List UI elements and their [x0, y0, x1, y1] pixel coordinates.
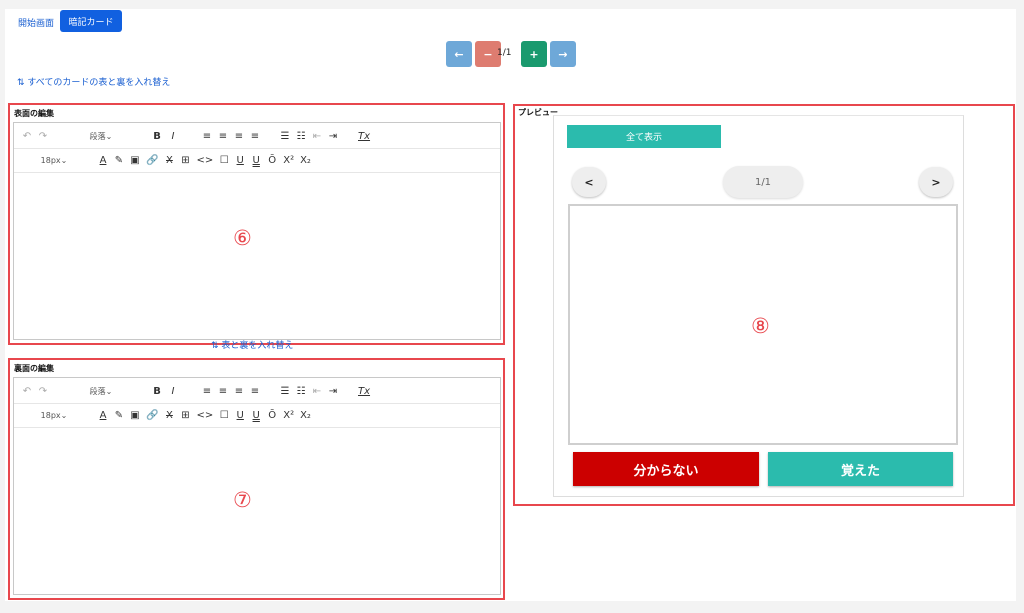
align-left-icon[interactable]: ≡: [202, 386, 212, 397]
preview-card-counter: 1/1: [723, 166, 803, 198]
indent-icon[interactable]: ⇥: [328, 386, 338, 397]
code-icon[interactable]: <>: [196, 155, 213, 166]
double-underline-icon[interactable]: U: [251, 410, 261, 421]
preview-marker: ⑧: [751, 314, 770, 338]
italic-icon[interactable]: I: [168, 131, 178, 142]
align-center-icon[interactable]: ≡: [218, 386, 228, 397]
highlight-icon[interactable]: ✎: [114, 410, 124, 421]
swap-front-back-link[interactable]: ⇅ 表と裏を入れ替え: [211, 338, 293, 351]
back-editor-title: 裏面の編集: [14, 364, 54, 373]
align-justify-icon[interactable]: ≡: [250, 386, 260, 397]
font-color-icon[interactable]: A: [98, 155, 108, 166]
outdent-icon[interactable]: ⇤: [312, 131, 322, 142]
overline-icon[interactable]: Ō: [267, 155, 277, 166]
align-right-icon[interactable]: ≡: [234, 131, 244, 142]
back-toolbar-row-2: 18px ⌄ A ✎ ▣ 🔗 X ⊞ <> ☐ U U Ō X² X₂: [14, 404, 500, 428]
align-right-icon[interactable]: ≡: [234, 386, 244, 397]
next-card-button[interactable]: →: [550, 41, 576, 67]
bold-icon[interactable]: B: [152, 131, 162, 142]
bold-icon[interactable]: B: [152, 386, 162, 397]
swap-all-cards-link[interactable]: ⇅ すべてのカードの表と裏を入れ替え: [17, 75, 170, 88]
back-toolbar-row-1: ↶ ↷ 段落 ⌄ B I ≡ ≡ ≡ ≡ ☰ ☷ ⇤ ⇥ Tx: [14, 380, 500, 404]
bullet-list-icon[interactable]: ☰: [280, 131, 290, 142]
underline-icon[interactable]: U: [235, 410, 245, 421]
subscript-icon[interactable]: X₂: [300, 155, 311, 166]
align-left-icon[interactable]: ≡: [202, 131, 212, 142]
remembered-button[interactable]: 覚えた: [768, 452, 953, 486]
font-color-icon[interactable]: A: [98, 410, 108, 421]
subscript-icon[interactable]: X₂: [300, 410, 311, 421]
code-icon[interactable]: <>: [196, 410, 213, 421]
front-toolbar-row-2: 18px ⌄ A ✎ ▣ 🔗 X ⊞ <> ☐ U U Ō X² X₂: [14, 149, 500, 173]
paragraph-select[interactable]: 段落 ⌄: [68, 131, 134, 142]
front-toolbar-row-1: ↶ ↷ 段落 ⌄ B I ≡ ≡ ≡ ≡ ☰ ☷ ⇤ ⇥ Tx: [14, 125, 500, 149]
show-all-button[interactable]: 全て表示: [567, 125, 721, 148]
clear-format-icon[interactable]: Tx: [358, 386, 370, 397]
align-justify-icon[interactable]: ≡: [250, 131, 260, 142]
front-editor-marker: ⑥: [233, 226, 252, 250]
add-card-button[interactable]: +: [521, 41, 547, 67]
back-editor: ↶ ↷ 段落 ⌄ B I ≡ ≡ ≡ ≡ ☰ ☷ ⇤ ⇥ Tx 18px ⌄ A ✎…: [13, 377, 501, 595]
paragraph-select[interactable]: 段落 ⌄: [68, 386, 134, 397]
underline-icon[interactable]: U: [235, 155, 245, 166]
back-editor-marker: ⑦: [233, 488, 252, 512]
superscript-icon[interactable]: X²: [283, 155, 294, 166]
align-center-icon[interactable]: ≡: [218, 131, 228, 142]
table-icon[interactable]: ⊞: [180, 410, 190, 421]
preview-next-button[interactable]: >: [919, 167, 953, 197]
front-editor: ↶ ↷ 段落 ⌄ B I ≡ ≡ ≡ ≡ ☰ ☷ ⇤ ⇥ Tx 18px ⌄ A ✎…: [13, 122, 501, 340]
overline-icon[interactable]: Ō: [267, 410, 277, 421]
superscript-icon[interactable]: X²: [283, 410, 294, 421]
front-editor-title: 表面の編集: [14, 109, 54, 118]
box-icon[interactable]: ☐: [219, 410, 229, 421]
dont-know-button[interactable]: 分からない: [573, 452, 759, 486]
indent-icon[interactable]: ⇥: [328, 131, 338, 142]
link-icon[interactable]: 🔗: [146, 410, 158, 421]
clear-format-icon[interactable]: Tx: [358, 131, 370, 142]
undo-icon[interactable]: ↶: [22, 386, 32, 397]
strikethrough-icon[interactable]: X: [164, 155, 174, 166]
tab-flashcards[interactable]: 暗記カード: [60, 10, 122, 32]
bullet-list-icon[interactable]: ☰: [280, 386, 290, 397]
strikethrough-icon[interactable]: X: [164, 410, 174, 421]
image-icon[interactable]: ▣: [130, 410, 140, 421]
outdent-icon[interactable]: ⇤: [312, 386, 322, 397]
numbered-list-icon[interactable]: ☷: [296, 386, 306, 397]
box-icon[interactable]: ☐: [219, 155, 229, 166]
numbered-list-icon[interactable]: ☷: [296, 131, 306, 142]
prev-card-button[interactable]: ←: [446, 41, 472, 67]
font-size-select[interactable]: 18px ⌄: [22, 156, 86, 165]
preview-title: プレビュー: [518, 108, 558, 117]
back-editor-content[interactable]: [14, 428, 500, 594]
highlight-icon[interactable]: ✎: [114, 155, 124, 166]
redo-icon[interactable]: ↷: [38, 131, 48, 142]
preview-prev-button[interactable]: <: [572, 167, 606, 197]
table-icon[interactable]: ⊞: [180, 155, 190, 166]
italic-icon[interactable]: I: [168, 386, 178, 397]
redo-icon[interactable]: ↷: [38, 386, 48, 397]
page-indicator: 1/1: [497, 48, 512, 58]
image-icon[interactable]: ▣: [130, 155, 140, 166]
front-editor-content[interactable]: [14, 173, 500, 339]
double-underline-icon[interactable]: U: [251, 155, 261, 166]
font-size-select[interactable]: 18px ⌄: [22, 411, 86, 420]
link-icon[interactable]: 🔗: [146, 155, 158, 166]
undo-icon[interactable]: ↶: [22, 131, 32, 142]
home-link[interactable]: 開始画面: [18, 16, 54, 29]
